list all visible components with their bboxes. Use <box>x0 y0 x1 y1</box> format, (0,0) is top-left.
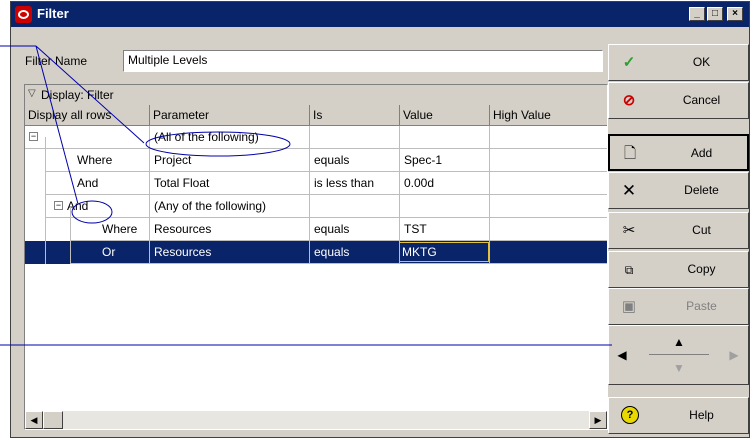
minimize-button[interactable]: _ <box>689 7 705 21</box>
is-cell: equals <box>314 245 350 259</box>
table-row[interactable]: And Total Float is less than 0.00d <box>25 172 607 195</box>
column-header[interactable]: High Value <box>490 105 607 125</box>
grid-line <box>70 263 607 264</box>
delete-button[interactable]: ✕ Delete <box>608 172 749 209</box>
chevron-down-icon: ▽ <box>28 88 36 99</box>
maximize-button[interactable]: □ <box>707 7 723 21</box>
parameter-cell: (All of the following) <box>154 130 259 144</box>
grid-line <box>309 126 310 264</box>
collapse-icon[interactable]: − <box>54 201 63 210</box>
column-header-row: Display all rows Parameter Is Value High… <box>25 105 607 126</box>
move-controls: ◀ ▲ ▼ ▶ <box>608 325 749 385</box>
filter-grid: ▽ Display: Filter Display all rows Param… <box>24 84 608 430</box>
question-icon: ? <box>621 406 639 424</box>
button-panel: ✓ OK ⊘ Cancel 🗋 Add ✕ Delete ✂ Cut ⧉ Cop… <box>608 44 749 436</box>
copy-button[interactable]: ⧉ Copy <box>608 251 749 288</box>
column-header[interactable]: Display all rows <box>25 105 150 125</box>
value-cell: 0.00d <box>404 176 435 190</box>
grid-line <box>25 148 607 149</box>
help-button[interactable]: ? Help <box>608 397 749 434</box>
window-title: Filter <box>37 6 69 21</box>
column-header[interactable]: Value <box>400 105 490 125</box>
grid-line <box>45 171 607 172</box>
app-icon <box>15 6 32 23</box>
scroll-thumb[interactable] <box>43 411 63 429</box>
parameter-cell: Project <box>154 153 192 167</box>
ok-button[interactable]: ✓ OK <box>608 44 749 81</box>
x-icon: ✕ <box>621 181 637 200</box>
scroll-left-icon[interactable]: ◀ <box>25 411 43 429</box>
filter-name-label: Filter Name <box>25 54 88 68</box>
is-cell: is less than <box>314 176 375 190</box>
paste-button: ▣ Paste <box>608 288 749 325</box>
table-row[interactable]: Where Project equals Spec-1 <box>25 149 607 172</box>
grid-line <box>489 126 490 264</box>
connector-cell: And <box>77 176 99 190</box>
grid-line <box>399 126 400 264</box>
filter-name-input[interactable]: Multiple Levels <box>123 50 603 72</box>
connector-cell: Where <box>77 153 113 167</box>
collapse-icon[interactable]: − <box>29 132 38 141</box>
table-row[interactable]: − (All of the following) <box>25 126 607 149</box>
column-header[interactable]: Is <box>310 105 400 125</box>
filter-dialog: Filter _ □ × Filter Name Multiple Levels… <box>10 1 750 438</box>
cut-button[interactable]: ✂ Cut <box>608 212 749 249</box>
scissors-icon: ✂ <box>622 222 636 239</box>
is-cell: equals <box>314 153 350 167</box>
value-cell: TST <box>404 222 427 236</box>
arrow-right-icon[interactable]: ▶ <box>725 346 743 364</box>
cancel-button[interactable]: ⊘ Cancel <box>608 82 749 119</box>
is-cell: equals <box>314 222 350 236</box>
table-row[interactable]: Where Resources equals TST <box>25 218 607 241</box>
copy-icon: ⧉ <box>624 263 634 277</box>
value-cell-editing[interactable]: MKTG <box>399 242 489 262</box>
grid-line <box>45 217 607 218</box>
checkmark-icon: ✓ <box>622 54 636 71</box>
selected-table-row[interactable]: Or Resources equals MKTG <box>25 241 607 264</box>
grid-line <box>149 126 150 264</box>
add-button[interactable]: 🗋 Add <box>608 134 749 171</box>
grid-line <box>45 194 607 195</box>
column-header[interactable]: Parameter <box>150 105 310 125</box>
horizontal-scrollbar[interactable]: ◀ ▶ <box>25 411 607 429</box>
tree-line <box>45 137 46 264</box>
connector-cell: Or <box>102 245 116 259</box>
scroll-right-icon[interactable]: ▶ <box>589 411 607 429</box>
group-header-label: Display: Filter <box>41 88 114 102</box>
no-entry-icon: ⊘ <box>622 92 636 109</box>
parameter-cell: (Any of the following) <box>154 199 267 213</box>
paste-icon: ▣ <box>621 298 637 315</box>
connector-cell: Where <box>102 222 138 236</box>
parameter-cell: Resources <box>154 222 212 236</box>
arrow-up-icon[interactable]: ▲ <box>649 330 709 355</box>
table-row[interactable]: − And (Any of the following) <box>25 195 607 218</box>
group-header[interactable]: ▽ Display: Filter <box>25 85 607 106</box>
parameter-cell: Resources <box>154 245 212 259</box>
arrow-down-icon[interactable]: ▼ <box>649 356 709 380</box>
value-cell: Spec-1 <box>404 153 443 167</box>
new-document-icon: 🗋 <box>623 145 637 162</box>
grid-line <box>70 240 607 241</box>
title-bar: Filter _ □ × <box>11 2 749 27</box>
scroll-track[interactable] <box>25 411 607 429</box>
arrow-left-icon[interactable]: ◀ <box>613 346 631 364</box>
close-button[interactable]: × <box>727 7 743 21</box>
parameter-cell: Total Float <box>154 176 210 190</box>
tree-line <box>70 207 71 264</box>
